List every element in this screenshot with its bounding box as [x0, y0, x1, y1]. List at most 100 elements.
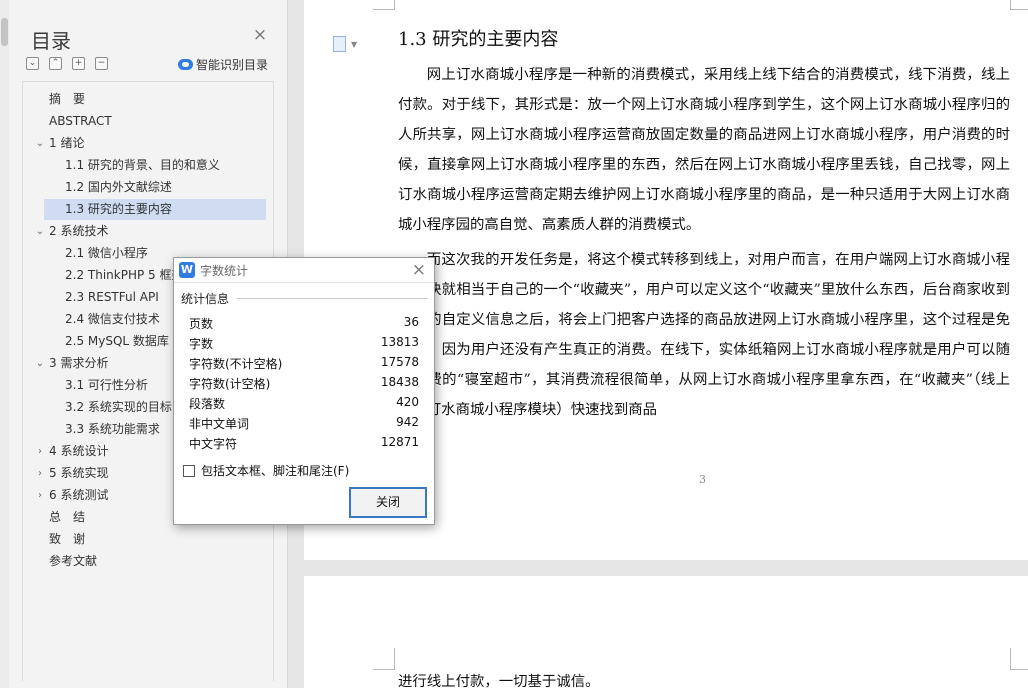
toc-item[interactable]: 摘 要 [49, 89, 97, 110]
toc-item-label: 1.3 研究的主要内容 [65, 202, 172, 216]
expand-all-icon[interactable]: ⌃ [49, 57, 62, 70]
toc-item[interactable]: ⌄ 3 需求分析 [36, 353, 120, 374]
toc-item-label: 2.4 微信支付技术 [65, 312, 160, 326]
toc-item-label: 1.1 研究的背景、目的和意义 [65, 158, 220, 172]
toc-item[interactable]: 2.1 微信小程序 [65, 243, 160, 264]
stat-row: 字符数(计空格) 18438 [189, 373, 419, 393]
toc-item-label: 3.2 系统实现的目标 [65, 400, 172, 414]
toc-item[interactable]: › 6 系统测试 [38, 485, 120, 506]
stat-label: 字数 [189, 337, 214, 351]
toc-item-label: 参考文献 [49, 554, 98, 568]
toc-item[interactable]: ⌄ 2 系统技术 [36, 221, 120, 242]
chevron-right-icon[interactable]: › [35, 485, 45, 506]
word-count-dialog: W 字数统计 × 统计信息 页数 36 字数 13813 字符数(不计空格) 17578 字… [173, 257, 435, 525]
stat-row: 字符数(不计空格) 17578 [189, 353, 419, 373]
toc-item[interactable]: 2.5 MySQL 数据库 [65, 331, 181, 352]
close-button[interactable]: 关闭 [349, 487, 427, 518]
nav-title: 目录 [31, 29, 71, 53]
toc-item[interactable]: 致 谢 [49, 529, 97, 550]
close-icon[interactable]: × [412, 260, 426, 280]
smart-toc-label: 智能识别目录 [196, 58, 269, 72]
toc-item-label: 5 系统实现 [49, 466, 109, 480]
toc-item-label: 1.2 国内外文献综述 [65, 180, 172, 194]
stat-row: 非中文单词 942 [189, 413, 419, 433]
toc-item-label: 2.3 RESTFul API [65, 290, 159, 304]
page-number: 3 [699, 473, 706, 486]
paragraph: 进行线上付款，一切基于诚信。 [398, 674, 600, 688]
stat-label: 字符数(计空格) [189, 377, 271, 391]
document-icon[interactable] [333, 36, 346, 52]
toc-item-label: 2.1 微信小程序 [65, 246, 148, 260]
nav-scrollbar[interactable] [0, 0, 9, 688]
include-textbox-checkbox[interactable]: 包括文本框、脚注和尾注(F) [183, 462, 349, 479]
stat-label: 段落数 [189, 397, 226, 411]
toc-item[interactable]: 参考文献 [49, 551, 109, 572]
section-label: 统计信息 [181, 292, 230, 306]
toc-item[interactable]: 3.2 系统实现的目标 [65, 397, 184, 418]
toc-item[interactable]: ABSTRACT [49, 111, 124, 132]
chevron-down-icon[interactable]: ⌄ [35, 221, 45, 242]
checkbox-box[interactable] [183, 464, 195, 477]
stat-label: 中文字符 [189, 437, 238, 451]
page-text: 1.3 研究的主要内容 网上订水商城小程序是一种新的消费模式，采用线上线下结合的… [398, 10, 1010, 458]
section-heading: 1.3 研究的主要内容 [398, 29, 559, 50]
stat-row: 页数 36 [189, 313, 419, 333]
toc-item[interactable]: 1.3 研究的主要内容 [44, 199, 266, 220]
nav-scrollbar-thumb[interactable] [1, 18, 8, 46]
nav-toolbar: ⌄ ⌃ + − [26, 57, 108, 71]
chevron-right-icon[interactable]: › [35, 441, 45, 462]
toc-item-label: ABSTRACT [49, 114, 112, 128]
toc-item[interactable]: › 5 系统实现 [38, 463, 120, 484]
toc-item[interactable]: 3.1 可行性分析 [65, 375, 160, 396]
checkbox-label: 包括文本框、脚注和尾注(F) [201, 464, 350, 478]
toc-item-label: 致 谢 [49, 532, 86, 546]
page-corner-mark [1010, 648, 1028, 670]
toc-item[interactable]: 2.4 微信支付技术 [65, 309, 172, 330]
stat-label: 字符数(不计空格) [189, 357, 283, 371]
close-icon[interactable]: × [252, 27, 268, 44]
toc-item-label: 3 需求分析 [49, 356, 109, 370]
toc-item[interactable]: 1.2 国内外文献综述 [65, 177, 184, 198]
stat-value: 420 [396, 395, 419, 409]
dialog-title: 字数统计 [200, 264, 249, 278]
collapse-all-icon[interactable]: ⌄ [26, 57, 39, 70]
document-page: 进行线上付款，一切基于诚信。 [304, 576, 1028, 688]
toc-item[interactable]: 总 结 [49, 507, 97, 528]
stat-label: 页数 [189, 317, 214, 331]
paragraph: 而这次我的开发任务是，将这个模式转移到线上，对用户而言，在用户端网上订水商城小程… [398, 252, 1010, 418]
toc-item-label: 摘 要 [49, 92, 86, 106]
toc-item-label: 6 系统测试 [49, 488, 109, 502]
stat-row: 字数 13813 [189, 333, 419, 353]
toc-item-label: 1 绪论 [49, 136, 85, 150]
toc-item-label: 总 结 [49, 510, 86, 524]
divider [237, 298, 428, 299]
dialog-titlebar[interactable]: W 字数统计 × [174, 258, 434, 283]
add-heading-icon[interactable]: + [72, 57, 85, 70]
stat-row: 中文字符 12871 [189, 433, 419, 453]
chevron-down-icon[interactable]: ▼ [351, 40, 357, 49]
smart-recognize-icon [178, 59, 193, 70]
toc-item-label: 4 系统设计 [49, 444, 109, 458]
toc-item[interactable]: 2.3 RESTFul API [65, 287, 171, 308]
wps-logo-icon: W [179, 262, 195, 278]
stat-value: 942 [396, 415, 419, 429]
toc-item[interactable]: 3.3 系统功能需求 [65, 419, 172, 440]
toc-item-label: 3.1 可行性分析 [65, 378, 148, 392]
toc-item[interactable]: › 4 系统设计 [38, 441, 120, 462]
remove-heading-icon[interactable]: − [95, 57, 108, 70]
chevron-down-icon[interactable]: ⌄ [35, 133, 45, 154]
smart-toc-button[interactable]: 智能识别目录 [178, 56, 268, 73]
chevron-right-icon[interactable]: › [35, 463, 45, 484]
stat-value: 12871 [380, 435, 419, 449]
stat-value: 17578 [380, 355, 419, 369]
toc-item[interactable]: 1.1 研究的背景、目的和意义 [65, 155, 232, 176]
chevron-down-icon[interactable]: ⌄ [35, 353, 45, 374]
toc-item-label: 2.2 ThinkPHP 5 框架 [65, 268, 184, 282]
stat-value: 36 [403, 315, 419, 329]
stat-row: 段落数 420 [189, 393, 419, 413]
stat-value: 18438 [380, 375, 419, 389]
toc-item-label: 3.3 系统功能需求 [65, 422, 160, 436]
toc-item-label: 2.5 MySQL 数据库 [65, 334, 169, 348]
stat-label: 非中文单词 [189, 417, 250, 431]
toc-item[interactable]: ⌄ 1 绪论 [36, 133, 96, 154]
